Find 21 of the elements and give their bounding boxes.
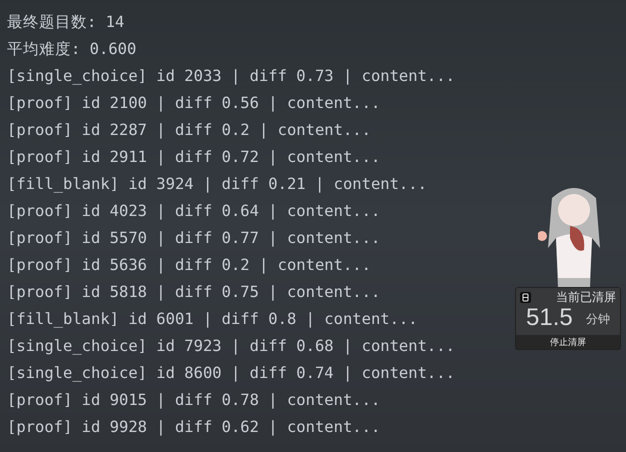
console-line: [proof] id 5570 | diff 0.77 | content... [7,228,380,249]
console-line: [proof] id 5818 | diff 0.75 | content... [7,282,380,303]
console-line: [fill_blank] id 3924 | diff 0.21 | content... [7,174,427,195]
console-line: [proof] id 5636 | diff 0.2 | content... [7,255,371,276]
console-line: [single_choice] id 7923 | diff 0.68 | content... [7,336,455,357]
console-line: [single_choice] id 8600 | diff 0.74 | content... [7,363,455,384]
console-line: [single_choice] id 2033 | diff 0.73 | content... [7,66,455,87]
console-line: [proof] id 9928 | diff 0.62 | content... [7,417,380,438]
status-label: 当前已清屏 [556,290,616,305]
console-line: [proof] id 2287 | diff 0.2 | content... [7,120,371,141]
stop-button[interactable]: 停止清屏 [516,335,620,349]
elapsed-value: 51.5 [526,305,573,331]
unit-label: 分钟 [586,311,610,328]
console-line: [proof] id 9015 | diff 0.78 | content... [7,390,380,411]
console-line: [proof] id 2911 | diff 0.72 | content... [7,147,380,168]
console-line: [fill_blank] id 6001 | diff 0.8 | content... [7,309,418,330]
console-line: [proof] id 2100 | diff 0.56 | content... [7,93,380,114]
console-line: [proof] id 4023 | diff 0.64 | content... [7,201,380,222]
console-line: 平均难度: 0.600 [7,39,136,60]
app-icon [520,292,531,303]
console-line: 最终题目数: 14 [7,12,124,33]
